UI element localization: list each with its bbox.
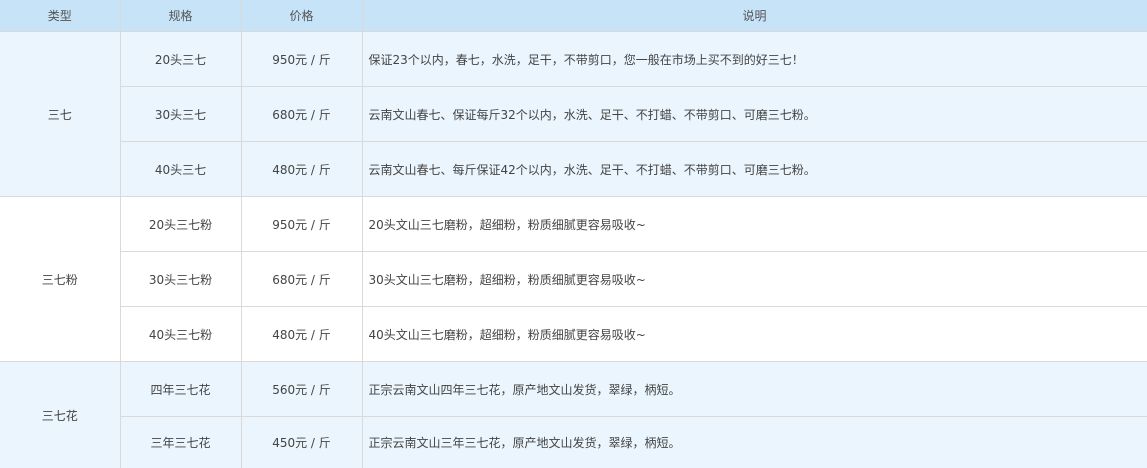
price-cell: 480元 / 斤	[240, 141, 363, 197]
table-row: 三七粉 20头三七粉 950元 / 斤 20头文山三七磨粉，超细粉，粉质细腻更容…	[0, 196, 1147, 362]
description-cell: 正宗云南文山三年三七花，原产地文山发货，翠绿，柄短。	[361, 416, 1147, 468]
header-spec: 规格	[119, 0, 242, 32]
spec-cell: 四年三七花	[119, 361, 242, 417]
header-type: 类型	[0, 0, 121, 32]
price-cell: 560元 / 斤	[240, 361, 363, 417]
header-description: 说明	[361, 0, 1147, 32]
spec-cell: 30头三七	[120, 86, 242, 142]
table-row: 三七花 四年三七花 560元 / 斤 正宗云南文山四年三七花，原产地文山发货，翠…	[0, 361, 1147, 468]
price-cell: 450元 / 斤	[240, 416, 363, 468]
price-cell: 480元 / 斤	[240, 306, 363, 362]
price-table: 类型 规格 价格 说明 三七 20头三七 950元 / 斤 保证23个以内，春七…	[0, 0, 1147, 468]
type-cell: 三七花	[0, 361, 121, 468]
type-cell: 三七	[0, 31, 121, 197]
spec-cell: 30头三七粉	[120, 251, 242, 307]
description-cell: 保证23个以内，春七，水洗，足干，不带剪口，您一般在市场上买不到的好三七！	[361, 31, 1147, 87]
price-cell: 950元 / 斤	[240, 31, 363, 87]
table-row: 40头三七 480元 / 斤 云南文山春七、每斤保证42个以内，水洗、足干、不打…	[0, 141, 1147, 197]
spec-cell: 20头三七粉	[119, 196, 242, 252]
table-header-row: 类型 规格 价格 说明	[0, 0, 1147, 32]
table-row: 30头三七粉 680元 / 斤 30头文山三七磨粉，超细粉，粉质细腻更容易吸收~	[0, 251, 1147, 307]
table-row: 三七 20头三七 950元 / 斤 保证23个以内，春七，水洗，足干，不带剪口，…	[0, 31, 1147, 197]
price-cell: 680元 / 斤	[240, 251, 363, 307]
spec-cell: 40头三七	[120, 141, 242, 197]
spec-cell: 40头三七粉	[120, 306, 242, 362]
description-cell: 云南文山春七、保证每斤32个以内，水洗、足干、不打蜡、不带剪口、可磨三七粉。	[361, 86, 1147, 142]
price-cell: 950元 / 斤	[240, 196, 363, 252]
spec-cell: 20头三七	[119, 31, 242, 87]
description-cell: 正宗云南文山四年三七花，原产地文山发货，翠绿，柄短。	[361, 361, 1147, 417]
table-row: 30头三七 680元 / 斤 云南文山春七、保证每斤32个以内，水洗、足干、不打…	[0, 86, 1147, 142]
header-price: 价格	[240, 0, 363, 32]
description-cell: 云南文山春七、每斤保证42个以内，水洗、足干、不打蜡、不带剪口、可磨三七粉。	[361, 141, 1147, 197]
description-cell: 20头文山三七磨粉，超细粉，粉质细腻更容易吸收~	[361, 196, 1147, 252]
table-row: 40头三七粉 480元 / 斤 40头文山三七磨粉，超细粉，粉质细腻更容易吸收~	[0, 306, 1147, 362]
table-row: 三年三七花 450元 / 斤 正宗云南文山三年三七花，原产地文山发货，翠绿，柄短…	[0, 416, 1147, 468]
price-cell: 680元 / 斤	[240, 86, 363, 142]
description-cell: 30头文山三七磨粉，超细粉，粉质细腻更容易吸收~	[361, 251, 1147, 307]
type-cell: 三七粉	[0, 196, 121, 362]
description-cell: 40头文山三七磨粉，超细粉，粉质细腻更容易吸收~	[361, 306, 1147, 362]
spec-cell: 三年三七花	[120, 416, 242, 468]
